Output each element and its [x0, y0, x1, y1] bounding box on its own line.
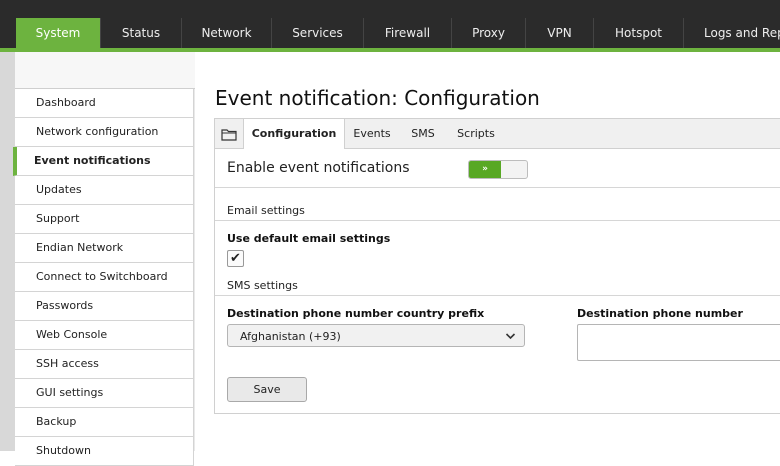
- sidebar-strip: [0, 52, 15, 451]
- phone-number-label: Destination phone number: [577, 307, 743, 320]
- main-content: Event notification: Configuration Config…: [195, 52, 780, 451]
- sidebar-menu: Dashboard Network configuration Event no…: [13, 89, 194, 466]
- nav-tab-proxy[interactable]: Proxy: [451, 18, 525, 48]
- country-prefix-select[interactable]: Afghanistan (+93): [227, 324, 525, 347]
- chevron-down-icon: [505, 325, 516, 356]
- email-settings-label: Email settings: [227, 204, 305, 217]
- email-settings-divider: [215, 220, 780, 221]
- tab-events[interactable]: Events: [348, 119, 396, 148]
- sms-settings-divider: [215, 295, 780, 296]
- nav-tab-status[interactable]: Status: [100, 18, 181, 48]
- enable-row: Enable event notifications »: [215, 149, 780, 188]
- panel-tabbar: Configuration Events SMS Scripts: [215, 119, 780, 149]
- sidebar-item-network-configuration[interactable]: Network configuration: [15, 118, 194, 147]
- sidebar-item-updates[interactable]: Updates: [15, 176, 194, 205]
- sidebar-item-event-notifications[interactable]: Event notifications: [13, 147, 194, 176]
- sidebar-item-ssh-access[interactable]: SSH access: [15, 350, 194, 379]
- nav-tab-vpn[interactable]: VPN: [525, 18, 593, 48]
- use-default-email-label: Use default email settings: [227, 232, 391, 245]
- folder-icon: [221, 126, 237, 141]
- sidebar-item-backup[interactable]: Backup: [15, 408, 194, 437]
- toggle-on-indicator: »: [469, 161, 501, 178]
- tab-sms[interactable]: SMS: [404, 119, 442, 148]
- sidebar-item-connect-to-switchboard[interactable]: Connect to Switchboard: [15, 263, 194, 292]
- sidebar-item-web-console[interactable]: Web Console: [15, 321, 194, 350]
- country-prefix-label: Destination phone number country prefix: [227, 307, 485, 320]
- sidebar-item-support[interactable]: Support: [15, 205, 194, 234]
- tab-configuration[interactable]: Configuration: [243, 119, 345, 149]
- save-button[interactable]: Save: [227, 377, 307, 402]
- tab-scripts[interactable]: Scripts: [452, 119, 500, 148]
- nav-tab-firewall[interactable]: Firewall: [363, 18, 451, 48]
- sms-settings-label: SMS settings: [227, 279, 298, 292]
- sidebar-header: [15, 52, 195, 89]
- enable-notifications-label: Enable event notifications: [227, 160, 410, 176]
- page-title: Event notification: Configuration: [215, 86, 540, 110]
- nav-tab-hotspot[interactable]: Hotspot: [593, 18, 683, 48]
- configuration-panel: Configuration Events SMS Scripts Enable …: [214, 118, 780, 414]
- phone-number-input[interactable]: [577, 324, 780, 361]
- sidebar-item-passwords[interactable]: Passwords: [15, 292, 194, 321]
- enable-notifications-toggle[interactable]: »: [468, 160, 528, 179]
- nav-tab-services[interactable]: Services: [271, 18, 363, 48]
- checkmark-icon: ✔: [230, 251, 241, 266]
- sidebar-item-shutdown[interactable]: Shutdown: [15, 437, 194, 466]
- nav-tab-network[interactable]: Network: [181, 18, 271, 48]
- nav-tab-system[interactable]: System: [16, 18, 100, 48]
- country-prefix-value: Afghanistan (+93): [240, 330, 341, 343]
- sidebar-item-gui-settings[interactable]: GUI settings: [15, 379, 194, 408]
- nav-tab-logs-and-reports[interactable]: Logs and Rep: [683, 18, 780, 48]
- top-navigation: System Status Network Services Firewall …: [0, 0, 780, 52]
- sidebar: Dashboard Network configuration Event no…: [0, 52, 195, 466]
- sidebar-item-endian-network[interactable]: Endian Network: [15, 234, 194, 263]
- sidebar-item-dashboard[interactable]: Dashboard: [15, 89, 194, 118]
- use-default-email-checkbox[interactable]: ✔: [227, 250, 244, 267]
